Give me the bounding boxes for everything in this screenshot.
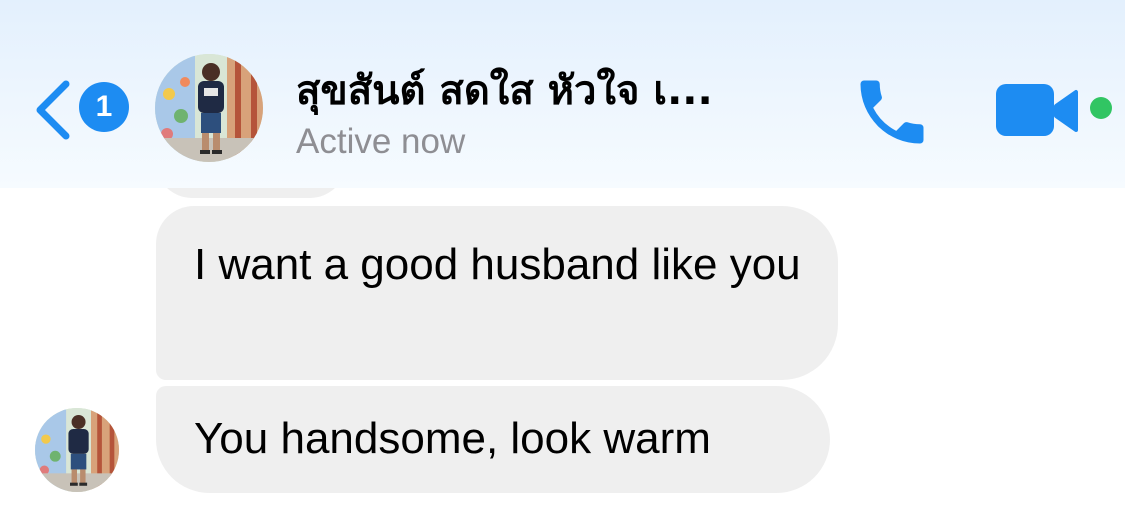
chevron-left-icon <box>36 80 70 140</box>
message-text: You handsome, look warm <box>194 414 711 463</box>
online-indicator <box>1090 97 1112 119</box>
video-camera-icon <box>996 84 1078 136</box>
contact-name[interactable]: สุขสันต์ สดใส หัวใจ เ... <box>296 64 816 118</box>
phone-icon <box>860 80 924 144</box>
active-status: Active now <box>296 122 466 161</box>
message-text: I want a good husband like you <box>194 240 801 289</box>
sender-avatar[interactable] <box>35 408 119 492</box>
avatar-photo <box>35 408 119 492</box>
back-button[interactable]: 1 <box>24 70 134 150</box>
avatar-photo <box>155 54 263 162</box>
incoming-message-bubble[interactable]: I want a good husband like you <box>156 206 838 380</box>
unread-count-badge: 1 <box>79 82 129 132</box>
messenger-chat-screen: I want a good husband like you You hands… <box>0 0 1125 517</box>
video-call-button[interactable] <box>990 72 1090 152</box>
contact-avatar[interactable] <box>155 54 263 162</box>
incoming-message-bubble[interactable]: You handsome, look warm <box>156 386 830 493</box>
chat-header: 1 สุขสันต์ สดใส หัวใจ เ... Active now <box>0 0 1125 188</box>
voice-call-button[interactable] <box>850 70 934 154</box>
